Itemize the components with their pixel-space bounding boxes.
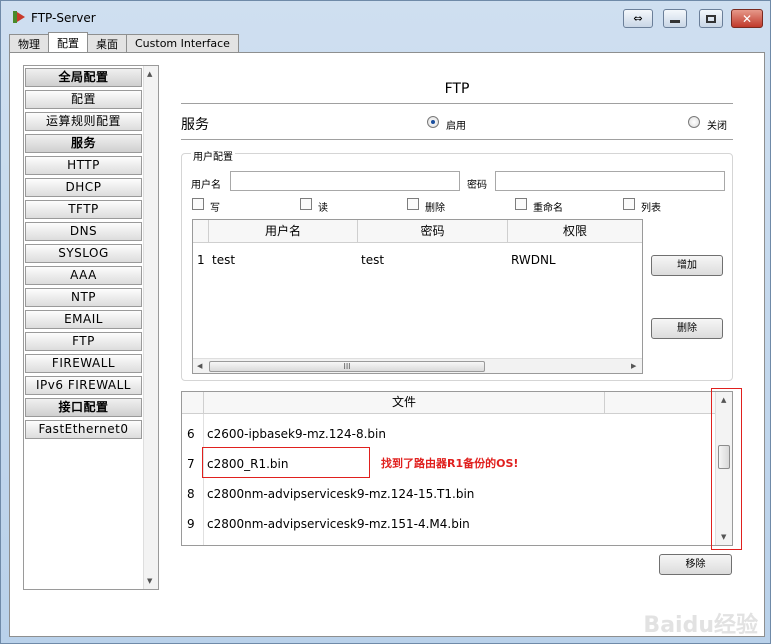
index-divider: [203, 414, 204, 545]
sidebar-item[interactable]: NTP: [25, 288, 142, 307]
file-index: 8: [187, 487, 195, 501]
user-config-legend: 用户配置: [191, 148, 235, 163]
password-column-header[interactable]: 密码: [358, 220, 508, 243]
annotation-text: 找到了路由器R1备份的OS!: [381, 457, 519, 470]
title-divider: [181, 103, 733, 104]
swap-arrows-icon: ⇔: [633, 12, 643, 25]
sidebar-item[interactable]: DNS: [25, 222, 142, 241]
username-column-header[interactable]: 用户名: [209, 220, 358, 243]
list-checkbox[interactable]: [623, 198, 635, 210]
file-name: c2600-ipbasek9-mz.124-8.bin: [207, 427, 386, 441]
sidebar-section-header: 全局配置: [25, 68, 142, 87]
file-index: 9: [187, 517, 195, 531]
write-checkbox[interactable]: [192, 198, 204, 210]
scroll-down-icon[interactable]: ▼: [147, 577, 152, 585]
file-index: 7: [187, 457, 195, 471]
file-column-header[interactable]: 文件: [204, 392, 605, 414]
sidebar-item[interactable]: EMAIL: [25, 310, 142, 329]
password-field[interactable]: [495, 171, 725, 191]
service-off-radio[interactable]: [688, 116, 700, 128]
app-window: FTP-Server ⇔ ✕ 物理 配置 桌面 Custom Interface…: [0, 0, 771, 644]
sidebar: 全局配置配置运算规则配置 服务 HTTP DHCP TFTP DNS SYSLOG AAA NT…: [23, 65, 159, 590]
highlight-box-scrollbar: [711, 388, 742, 550]
list-label: 列表: [641, 203, 661, 214]
sidebar-item[interactable]: TFTP: [25, 200, 142, 219]
tab-config[interactable]: 配置: [48, 32, 88, 52]
file-index-header: [182, 392, 204, 414]
sidebar-item[interactable]: IPv6 FIREWALL: [25, 376, 142, 395]
tab-physical[interactable]: 物理: [9, 34, 49, 52]
ftp-settings: FTP 服务 启用 关闭 用户配置 用户名 密码 写 读 删除 重命名 列表 用…: [181, 53, 736, 633]
tab-custom-interface[interactable]: Custom Interface: [126, 34, 239, 52]
service-divider: [181, 139, 733, 140]
sidebar-item[interactable]: 配置: [25, 90, 142, 109]
maximize-button[interactable]: [699, 9, 723, 28]
tab-desktop[interactable]: 桌面: [87, 34, 127, 52]
file-name: c2800nm-advipservicesk9-mz.151-4.M4.bin: [207, 517, 470, 531]
username-label: 用户名: [191, 180, 221, 191]
hscroll-thumb[interactable]: III: [209, 361, 485, 372]
app-icon: [13, 11, 25, 23]
scroll-up-icon[interactable]: ▲: [147, 70, 152, 78]
remove-file-button[interactable]: 移除: [659, 554, 732, 575]
watermark: Baidu经验: [643, 613, 758, 638]
delete-label: 删除: [425, 203, 445, 214]
minimize-button[interactable]: [663, 9, 687, 28]
service-on-label: 启用: [446, 121, 466, 132]
page-title: FTP: [444, 81, 470, 97]
rename-checkbox[interactable]: [515, 198, 527, 210]
highlight-box-file: [202, 447, 370, 478]
sidebar-item[interactable]: 运算规则配置: [25, 112, 142, 131]
window-title: FTP-Server: [31, 11, 96, 25]
close-icon: ✕: [741, 11, 753, 26]
config-panel: 全局配置 配置 运算规则配置 服务 HTTP DHCP TFTP DNS SYSLOG AAA NT…: [9, 52, 765, 637]
scroll-left-icon[interactable]: ◀: [197, 362, 202, 370]
row-number-header: [193, 220, 209, 243]
sidebar-section-header: 接口配置: [25, 398, 142, 417]
row-username: test: [212, 253, 236, 267]
user-config-group: 用户配置 用户名 密码 写 读 删除 重命名 列表 用户名 密码 权限 1 te…: [181, 148, 733, 381]
user-table-hscrollbar[interactable]: ◀ III ▶: [193, 358, 642, 373]
read-checkbox[interactable]: [300, 198, 312, 210]
delete-user-button[interactable]: 删除: [651, 318, 723, 339]
row-permission: RWDNL: [511, 253, 556, 267]
minimize-icon: [670, 20, 680, 23]
close-button[interactable]: ✕: [731, 9, 763, 28]
sidebar-item[interactable]: DHCP: [25, 178, 142, 197]
username-field[interactable]: [230, 171, 460, 191]
scroll-right-icon[interactable]: ▶: [631, 362, 636, 370]
sidebar-scrollbar[interactable]: ▲ ▼: [143, 66, 158, 589]
row-password: test: [361, 253, 385, 267]
write-label: 写: [210, 203, 220, 214]
service-label: 服务: [181, 117, 209, 133]
sidebar-item[interactable]: FastEthernet0: [25, 420, 142, 439]
maximize-icon: [706, 14, 716, 23]
sidebar-item[interactable]: SYSLOG: [25, 244, 142, 263]
user-table[interactable]: 用户名 密码 权限 1 test test RWDNL ◀ III ▶: [192, 219, 643, 374]
sidebar-item[interactable]: FIREWALL: [25, 354, 142, 373]
sidebar-item[interactable]: AAA: [25, 266, 142, 285]
add-user-button[interactable]: 增加: [651, 255, 723, 276]
file-extra-header: [605, 392, 715, 414]
service-on-radio[interactable]: [427, 116, 439, 128]
permission-column-header[interactable]: 权限: [508, 220, 642, 243]
file-name: c2800nm-advipservicesk9-mz.124-15.T1.bin: [207, 487, 475, 501]
sidebar-item[interactable]: FTP: [25, 332, 142, 351]
rename-label: 重命名: [533, 203, 563, 214]
service-off-label: 关闭: [707, 121, 727, 132]
restore-window-button[interactable]: ⇔: [623, 9, 653, 28]
tab-bar: 物理 配置 桌面 Custom Interface: [9, 32, 239, 52]
file-index: 6: [187, 427, 195, 441]
title-bar: FTP-Server ⇔ ✕: [1, 1, 770, 33]
password-label: 密码: [467, 180, 487, 191]
delete-checkbox[interactable]: [407, 198, 419, 210]
read-label: 读: [318, 203, 328, 214]
sidebar-section-header: 服务: [25, 134, 142, 153]
sidebar-item[interactable]: HTTP: [25, 156, 142, 175]
row-index: 1: [197, 253, 205, 267]
